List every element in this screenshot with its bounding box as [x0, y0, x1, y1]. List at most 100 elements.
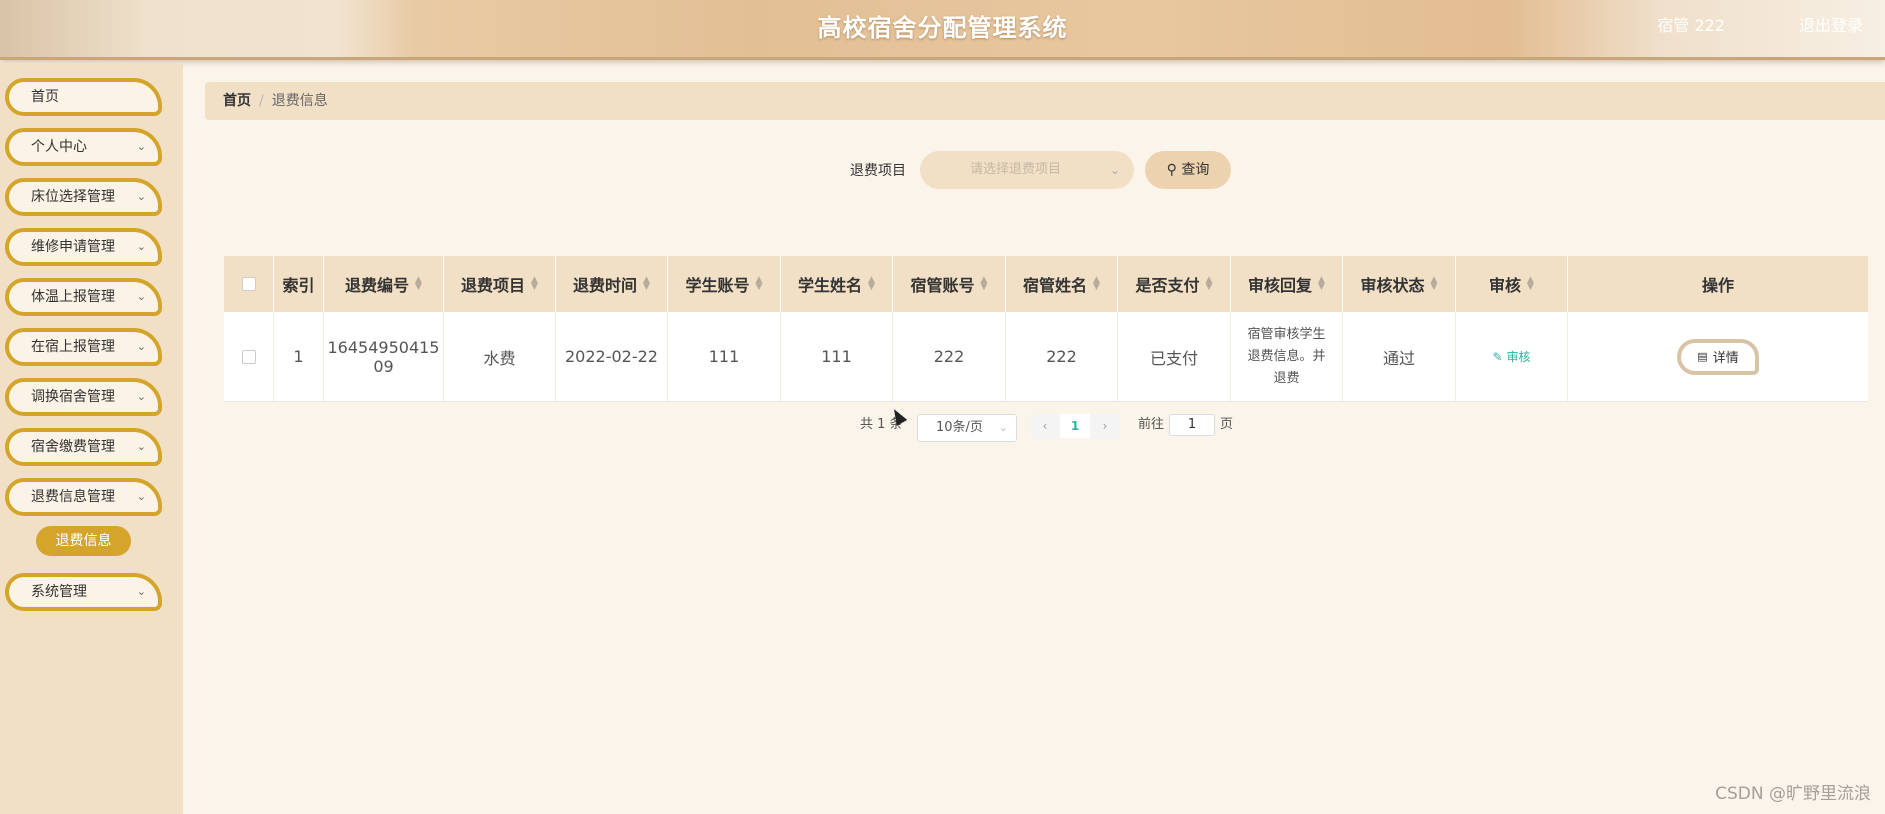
sidebar-item-repair[interactable]: 维修申请管理 ⌄ — [5, 228, 162, 266]
chevron-down-icon: ⌄ — [136, 240, 146, 253]
sidebar-item-label: 系统管理 — [31, 584, 87, 600]
col-manager-name[interactable]: 宿管姓名 ▲ ▼ — [1006, 256, 1118, 312]
search-icon: ⚲ — [1166, 162, 1177, 178]
sort-icon[interactable]: ▲ ▼ — [531, 276, 538, 292]
search-button[interactable]: ⚲ 查询 — [1145, 151, 1231, 189]
table-header: 索引 退费编号 ▲ ▼ 退费项目 ▲ ▼ 退费时间 ▲ ▼ 学生账号 ▲ ▼ 学生姓名 ▲ ▼ 宿管… — [224, 256, 1868, 312]
sidebar-item-personal-center[interactable]: 个人中心 ⌄ — [5, 128, 162, 166]
document-icon: ▤ — [1697, 350, 1708, 363]
header-label: 宿管账号 — [910, 276, 975, 295]
cell-refund-item: 水费 — [444, 312, 556, 401]
col-refund-no[interactable]: 退费编号 ▲ ▼ — [324, 256, 444, 312]
header-label: 退费项目 — [461, 276, 526, 295]
sidebar-item-label: 宿舍缴费管理 — [31, 439, 115, 455]
top-header: 高校宿舍分配管理系统 宿管 222 退出登录 — [0, 0, 1885, 60]
sort-icon[interactable]: ▲ ▼ — [415, 276, 422, 292]
breadcrumb: 首页 / 退费信息 — [205, 82, 1885, 120]
sidebar-item-label: 调换宿舍管理 — [31, 389, 115, 405]
sidebar-item-fee-payment[interactable]: 宿舍缴费管理 ⌄ — [5, 428, 162, 466]
sidebar-item-temperature[interactable]: 体温上报管理 ⌄ — [5, 278, 162, 316]
table-row: 1 16454950415 09 水费 2022-02-22 111 111 2… — [224, 312, 1868, 402]
chevron-down-icon: ⌄ — [136, 440, 146, 453]
col-index: 索引 — [274, 256, 324, 312]
page-size-select[interactable]: 10条/页 ⌄ — [917, 414, 1017, 442]
reply-line3: 退费 — [1273, 370, 1300, 386]
breadcrumb-current: 退费信息 — [271, 93, 328, 109]
sort-icon[interactable]: ▲ ▼ — [1206, 276, 1213, 292]
reply-line1: 宿管审核学生 — [1247, 326, 1326, 342]
header-label: 审核状态 — [1360, 276, 1425, 295]
select-all-cell — [224, 256, 274, 312]
cell-student-name: 111 — [781, 312, 893, 401]
sidebar-item-refund[interactable]: 退费信息管理 ⌄ — [5, 478, 162, 516]
cell-audit: ✎ 审核 — [1456, 312, 1568, 401]
chevron-down-icon: ⌄ — [136, 490, 146, 503]
sort-icon[interactable]: ▲ ▼ — [1093, 276, 1100, 292]
col-manager-account[interactable]: 宿管账号 ▲ ▼ — [893, 256, 1006, 312]
chevron-right-icon: › — [1102, 419, 1108, 433]
col-student-name[interactable]: 学生姓名 ▲ ▼ — [781, 256, 893, 312]
audit-link-label: 审核 — [1506, 350, 1531, 364]
col-paid[interactable]: 是否支付 ▲ ▼ — [1118, 256, 1231, 312]
header-label: 学生姓名 — [798, 276, 863, 295]
chevron-down-icon: ⌄ — [136, 190, 146, 203]
sidebar-item-label: 床位选择管理 — [31, 189, 115, 205]
app-title: 高校宿舍分配管理系统 — [817, 14, 1068, 42]
sidebar-item-label: 维修申请管理 — [31, 239, 115, 255]
refund-item-select[interactable]: 请选择退费项目 ⌄ — [920, 151, 1134, 189]
header-label: 宿管姓名 — [1023, 276, 1088, 295]
chevron-down-icon: ⌄ — [136, 140, 146, 153]
cell-refund-time: 2022-02-22 — [556, 312, 668, 401]
logout-link[interactable]: 退出登录 — [1799, 12, 1863, 36]
cell-paid: 已支付 — [1118, 312, 1231, 401]
prev-page-button[interactable]: ‹ — [1030, 414, 1060, 438]
chevron-down-icon: ⌄ — [136, 585, 146, 598]
header-label: 索引 — [282, 276, 315, 295]
search-button-label: 查询 — [1181, 162, 1210, 178]
col-student-account[interactable]: 学生账号 ▲ ▼ — [668, 256, 781, 312]
sidebar-item-bed-selection[interactable]: 床位选择管理 ⌄ — [5, 178, 162, 216]
sort-icon[interactable]: ▲ ▼ — [756, 276, 763, 292]
sort-icon[interactable]: ▲ ▼ — [981, 276, 988, 292]
breadcrumb-home[interactable]: 首页 — [223, 93, 251, 109]
header-label: 审核回复 — [1248, 276, 1313, 295]
current-user: 宿管 222 — [1657, 16, 1725, 35]
sort-icon[interactable]: ▲ ▼ — [868, 276, 875, 292]
sidebar-item-label: 首页 — [31, 89, 59, 105]
goto-suffix: 页 — [1220, 417, 1234, 432]
select-all-checkbox[interactable] — [241, 277, 256, 291]
chevron-down-icon: ⌄ — [136, 340, 146, 353]
header-label: 学生账号 — [685, 276, 750, 295]
col-audit[interactable]: 审核 ▲ ▼ — [1456, 256, 1568, 312]
col-actions: 操作 — [1568, 256, 1868, 312]
goto-page-input[interactable]: 1 — [1169, 414, 1215, 436]
goto-label: 前往 — [1138, 417, 1165, 432]
cell-status: 通过 — [1343, 312, 1456, 401]
audit-link[interactable]: ✎ 审核 — [1493, 348, 1531, 365]
sort-icon[interactable]: ▲ ▼ — [1527, 276, 1534, 292]
row-checkbox[interactable] — [241, 349, 256, 364]
col-status[interactable]: 审核状态 ▲ ▼ — [1343, 256, 1456, 312]
cell-student-account: 111 — [668, 312, 781, 401]
chevron-left-icon: ‹ — [1042, 419, 1048, 433]
col-reply[interactable]: 审核回复 ▲ ▼ — [1231, 256, 1343, 312]
sort-icon[interactable]: ▲ ▼ — [643, 276, 650, 292]
sidebar-item-home[interactable]: 首页 — [5, 78, 162, 116]
cell-index: 1 — [274, 312, 324, 401]
sort-icon[interactable]: ▲ ▼ — [1318, 276, 1325, 292]
detail-button[interactable]: ▤ 详情 — [1677, 338, 1759, 375]
sidebar-item-dorm-swap[interactable]: 调换宿舍管理 ⌄ — [5, 378, 162, 416]
col-refund-time[interactable]: 退费时间 ▲ ▼ — [556, 256, 668, 312]
chevron-down-icon: ⌄ — [998, 421, 1008, 434]
sidebar-subitem-refund-info[interactable]: 退费信息 — [36, 526, 131, 556]
sidebar-item-system[interactable]: 系统管理 ⌄ — [5, 573, 162, 611]
page-number-current[interactable]: 1 — [1060, 414, 1090, 438]
header-label: 操作 — [1701, 276, 1734, 295]
cell-refund-no: 16454950415 09 — [324, 312, 444, 401]
header-label: 审核 — [1489, 276, 1522, 295]
refund-no-line2: 09 — [373, 356, 394, 376]
sort-icon[interactable]: ▲ ▼ — [1431, 276, 1438, 292]
next-page-button[interactable]: › — [1090, 414, 1120, 438]
col-refund-item[interactable]: 退费项目 ▲ ▼ — [444, 256, 556, 312]
sidebar-item-in-dorm[interactable]: 在宿上报管理 ⌄ — [5, 328, 162, 366]
